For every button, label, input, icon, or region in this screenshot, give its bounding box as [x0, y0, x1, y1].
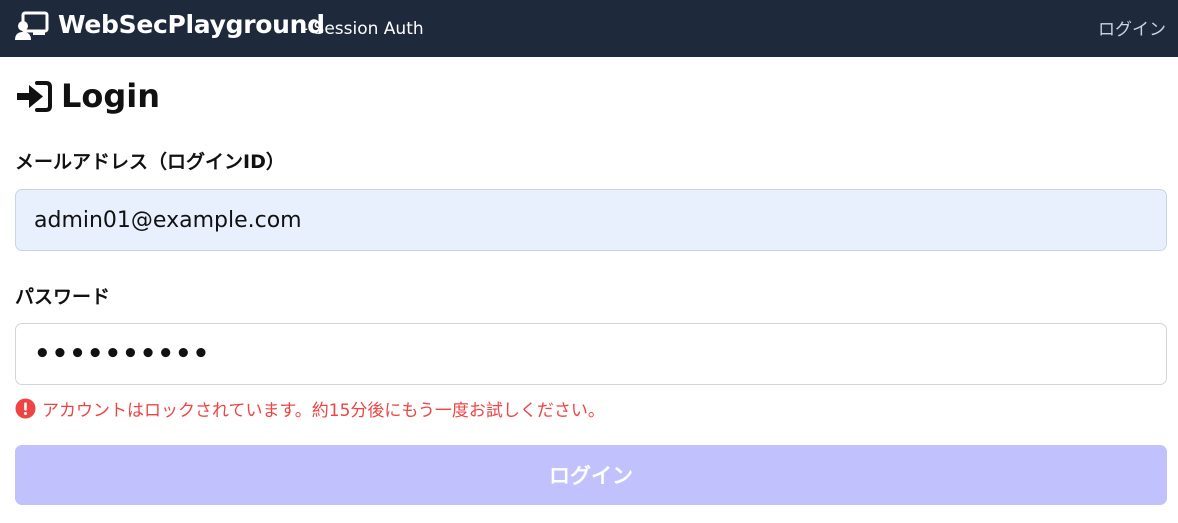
- password-label: パスワード: [15, 286, 111, 308]
- email-value: admin01@example.com: [34, 207, 302, 233]
- brand-name[interactable]: WebSecPlayground: [58, 10, 325, 39]
- sign-in-arrow-icon: [17, 80, 52, 112]
- page-title: Login: [61, 77, 161, 115]
- exclamation-circle-icon: [15, 398, 36, 418]
- login-submit-button[interactable]: ログイン: [15, 445, 1167, 505]
- email-label: メールアドレス（ログインID）: [15, 151, 285, 173]
- password-field[interactable]: ••••••••••: [15, 323, 1167, 385]
- nav-login-link[interactable]: ログイン: [1098, 15, 1166, 40]
- password-value: ••••••••••: [34, 339, 211, 369]
- top-navbar: WebSecPlayground - Session Auth ログイン: [0, 0, 1178, 57]
- email-field[interactable]: admin01@example.com: [15, 189, 1167, 251]
- page-header: Login: [15, 76, 160, 116]
- error-message-row: アカウントはロックされています。約15分後にもう一度お試しください。: [15, 396, 605, 421]
- error-message: アカウントはロックされています。約15分後にもう一度お試しください。: [42, 400, 605, 421]
- brand-subtitle: - Session Auth: [302, 19, 424, 39]
- chalkboard-user-icon: [15, 11, 49, 40]
